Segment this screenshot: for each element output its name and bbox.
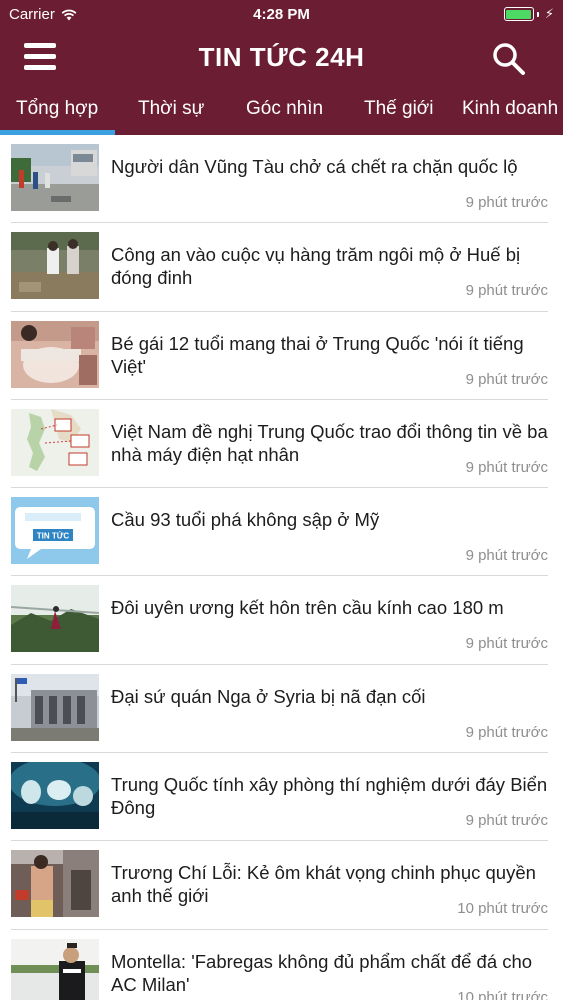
article-time: 9 phút trước bbox=[465, 547, 548, 565]
list-item[interactable]: Bé gái 12 tuổi mang thai ở Trung Quốc 'n… bbox=[0, 312, 563, 400]
list-item[interactable]: Trung Quốc tính xây phòng thí nghiệm dướ… bbox=[0, 753, 563, 842]
list-item[interactable]: Trương Chí Lỗi: Kẻ ôm khát vọng chinh ph… bbox=[0, 841, 563, 930]
article-time: 9 phút trước bbox=[465, 282, 548, 300]
article-title: Đại sứ quán Nga ở Syria bị nã đạn cối bbox=[111, 685, 426, 707]
article-time: 9 phút trước bbox=[465, 370, 548, 388]
tab-kinh-doanh[interactable]: Kinh doanh bbox=[462, 88, 558, 135]
article-thumbnail bbox=[11, 232, 99, 300]
battery-icon bbox=[503, 7, 534, 21]
article-time: 9 phút trước bbox=[465, 635, 548, 653]
list-item[interactable]: Công an vào cuộc vụ hàng trăm ngôi mộ ở … bbox=[0, 223, 563, 312]
tab-goc-nhin[interactable]: Góc nhìn bbox=[246, 88, 323, 135]
app-header: Carrier 4:28 PM ⚡ TIN TỨC 24H Tổng hợp T… bbox=[0, 0, 563, 135]
list-item[interactable]: Người dân Vũng Tàu chở cá chết ra chặn q… bbox=[0, 135, 563, 224]
list-item[interactable]: Đôi uyên ương kết hôn trên cầu kính cao … bbox=[0, 576, 563, 665]
status-time: 4:28 PM bbox=[253, 6, 310, 23]
tab-tong-hop[interactable]: Tổng hợp bbox=[16, 88, 98, 135]
tab-the-gioi[interactable]: Thế giới bbox=[364, 88, 434, 135]
battery-indicator: ⚡ bbox=[503, 6, 554, 22]
list-item[interactable]: Việt Nam đề nghị Trung Quốc trao đổi thô… bbox=[0, 400, 563, 489]
article-time: 9 phút trước bbox=[465, 194, 548, 211]
list-item[interactable]: Montella: 'Fabregas không đủ phẩm chất đ… bbox=[0, 930, 563, 1000]
search-icon[interactable] bbox=[491, 41, 527, 77]
article-thumbnail bbox=[11, 408, 99, 476]
article-time: 9 phút trước bbox=[465, 812, 548, 830]
article-title: Cầu 93 tuổi phá không sập ở Mỹ bbox=[111, 509, 380, 531]
charging-bolt-icon: ⚡ bbox=[544, 6, 554, 21]
article-time: 10 phút trước bbox=[457, 900, 548, 918]
article-time: 9 phút trước bbox=[465, 458, 548, 476]
article-thumbnail bbox=[11, 762, 99, 830]
article-thumbnail: TIN TỨC bbox=[11, 497, 99, 565]
article-title: Người dân Vũng Tàu chở cá chết ra chặn q… bbox=[111, 156, 518, 177]
news-feed[interactable]: Người dân Vũng Tàu chở cá chết ra chặn q… bbox=[0, 135, 563, 1000]
article-thumbnail bbox=[11, 585, 99, 653]
category-tabs: Tổng hợp Thời sự Góc nhìn Thế giới Kinh … bbox=[0, 88, 563, 135]
list-item[interactable]: Đại sứ quán Nga ở Syria bị nã đạn cối 9 … bbox=[0, 665, 563, 754]
app-title: TIN TỨC 24H bbox=[198, 42, 365, 72]
article-time: 10 phút trước bbox=[457, 988, 548, 1000]
article-time: 9 phút trước bbox=[465, 723, 548, 741]
article-thumbnail bbox=[11, 850, 99, 918]
article-thumbnail bbox=[11, 938, 99, 1000]
nav-bar: TIN TỨC 24H bbox=[0, 30, 563, 88]
article-thumbnail bbox=[11, 320, 99, 388]
placeholder-logo-text: TIN TỨC bbox=[37, 532, 70, 541]
article-title: Đôi uyên ương kết hôn trên cầu kính cao … bbox=[111, 597, 504, 619]
article-thumbnail bbox=[11, 144, 99, 211]
list-item[interactable]: TIN TỨC Cầu 93 tuổi phá không sập ở Mỹ 9… bbox=[0, 488, 563, 577]
tab-thoi-su[interactable]: Thời sự bbox=[138, 88, 204, 135]
status-bar: Carrier 4:28 PM ⚡ bbox=[0, 0, 563, 30]
article-thumbnail bbox=[11, 673, 99, 741]
